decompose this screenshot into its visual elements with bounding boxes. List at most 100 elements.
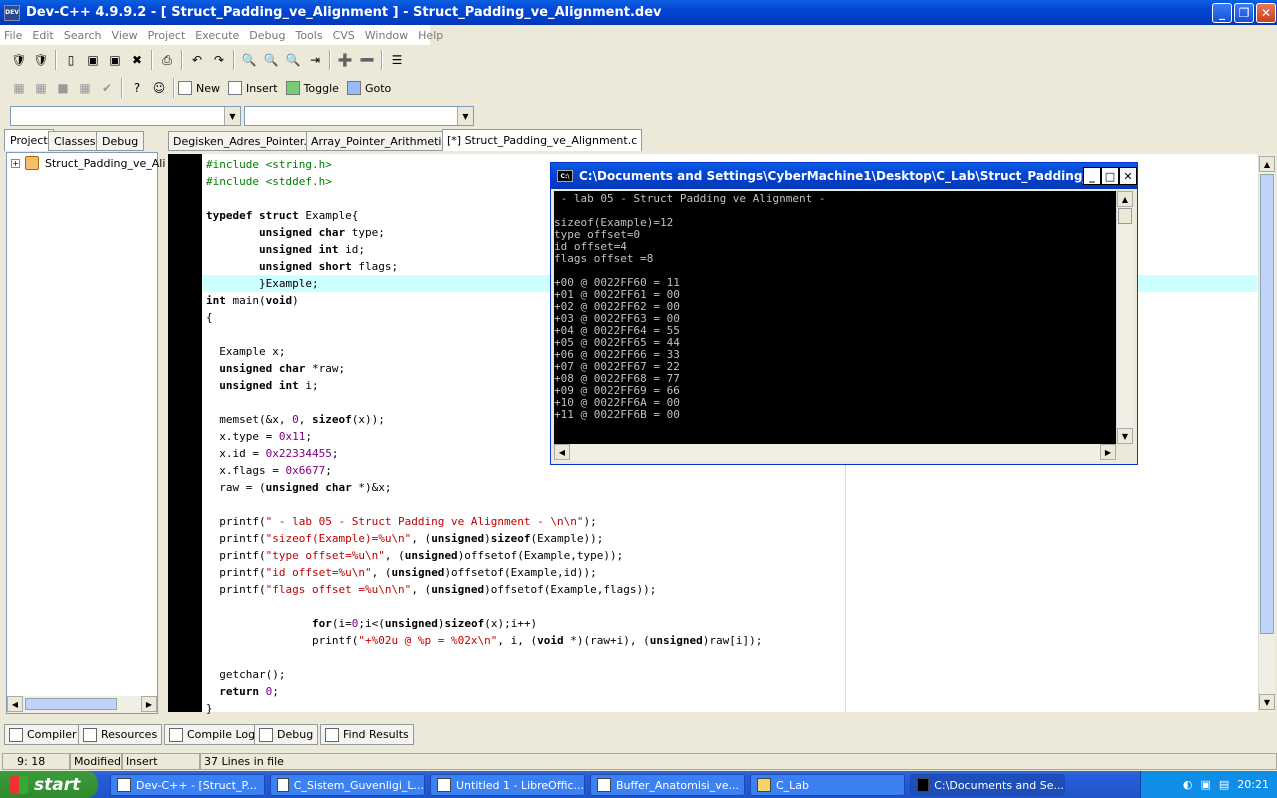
tab-compiler[interactable]: Compiler bbox=[4, 724, 82, 745]
scroll-left-icon[interactable]: ◀ bbox=[7, 696, 23, 712]
code-line[interactable]: printf("flags offset =%u\n\n", (unsigned… bbox=[206, 581, 762, 598]
expand-icon[interactable]: + bbox=[11, 159, 20, 168]
tab-resources[interactable]: Resources bbox=[78, 724, 163, 745]
menu-cvs[interactable]: CVS bbox=[333, 29, 355, 42]
start-button[interactable]: start bbox=[0, 771, 98, 798]
scroll-thumb[interactable] bbox=[1118, 208, 1132, 224]
minimize-button[interactable]: _ bbox=[1212, 3, 1232, 23]
tab-debug[interactable]: Debug bbox=[96, 131, 145, 151]
tab-degisken[interactable]: Degisken_Adres_Pointer.c bbox=[168, 131, 318, 151]
task-c-lab[interactable]: C_Lab bbox=[750, 774, 905, 796]
check-icon[interactable]: ✔ bbox=[97, 78, 117, 98]
code-line[interactable]: for(i=0;i<(unsigned)sizeof(x);i++) bbox=[206, 615, 762, 632]
code-line[interactable]: return 0; bbox=[206, 683, 762, 700]
menu-tools[interactable]: Tools bbox=[295, 29, 322, 42]
task-c-sistem[interactable]: C_Sistem_Guvenligi_L... bbox=[270, 774, 425, 796]
project-options-icon[interactable]: ☰ bbox=[387, 50, 407, 70]
chevron-down-icon[interactable]: ▼ bbox=[224, 107, 240, 125]
code-line[interactable]: printf("id offset=%u\n", (unsigned)offse… bbox=[206, 564, 762, 581]
code-line[interactable]: getchar(); bbox=[206, 666, 762, 683]
menu-view[interactable]: View bbox=[112, 29, 138, 42]
code-line[interactable] bbox=[206, 649, 762, 666]
tab-array-pointer[interactable]: Array_Pointer_Arithmetic.c bbox=[306, 131, 463, 151]
menu-project[interactable]: Project bbox=[148, 29, 186, 42]
console-close-button[interactable]: ✕ bbox=[1119, 167, 1137, 185]
compile-run-icon[interactable]: ■ bbox=[53, 78, 73, 98]
insert-button[interactable]: Insert bbox=[228, 81, 278, 95]
menu-search[interactable]: Search bbox=[64, 29, 102, 42]
tab-struct-padding[interactable]: [*] Struct_Padding_ve_Alignment.c bbox=[442, 129, 643, 151]
toggle-button[interactable]: Toggle bbox=[285, 81, 339, 95]
scroll-right-icon[interactable]: ▶ bbox=[141, 696, 157, 712]
code-line[interactable] bbox=[206, 496, 762, 513]
goto-line-icon[interactable]: ⇥ bbox=[305, 50, 325, 70]
compile-icon[interactable]: ▦ bbox=[9, 78, 29, 98]
task-buffer-anatomisi[interactable]: Buffer_Anatomisi_ve... bbox=[590, 774, 745, 796]
tree-hscrollbar[interactable]: ◀ ▶ bbox=[7, 696, 157, 713]
tab-find-results[interactable]: Find Results bbox=[320, 724, 414, 745]
replace-icon[interactable]: 🔍 bbox=[261, 50, 281, 70]
editor-vscrollbar[interactable]: ▲ ▼ bbox=[1258, 154, 1275, 712]
menu-edit[interactable]: Edit bbox=[32, 29, 53, 42]
scroll-thumb[interactable] bbox=[1260, 174, 1274, 634]
menu-help[interactable]: Help bbox=[418, 29, 443, 42]
code-line[interactable]: printf(" - lab 05 - Struct Padding ve Al… bbox=[206, 513, 762, 530]
scroll-down-icon[interactable]: ▼ bbox=[1259, 694, 1275, 710]
add-to-project-icon[interactable]: ➕ bbox=[335, 50, 355, 70]
scroll-thumb[interactable] bbox=[25, 698, 117, 710]
code-line[interactable]: printf("sizeof(Example)=%u\n", (unsigned… bbox=[206, 530, 762, 547]
member-combo[interactable]: ▼ bbox=[244, 106, 474, 126]
keyboard-icon[interactable]: ▤ bbox=[1219, 778, 1229, 791]
help-icon[interactable]: ? bbox=[127, 78, 147, 98]
rebuild-icon[interactable]: ▦ bbox=[75, 78, 95, 98]
remove-from-project-icon[interactable]: ➖ bbox=[357, 50, 377, 70]
code-line[interactable]: printf("type offset=%u\n", (unsigned)off… bbox=[206, 547, 762, 564]
find-next-icon[interactable]: 🔍 bbox=[283, 50, 303, 70]
network-icon[interactable]: ▣ bbox=[1200, 778, 1210, 791]
class-combo[interactable]: ▼ bbox=[10, 106, 241, 126]
about-icon[interactable]: ☺ bbox=[149, 78, 169, 98]
save-all-icon[interactable]: ▣ bbox=[105, 50, 125, 70]
goto-button[interactable]: Goto bbox=[346, 81, 391, 95]
console-hscrollbar[interactable]: ◀ ▶ bbox=[554, 444, 1116, 461]
scroll-up-icon[interactable]: ▲ bbox=[1259, 156, 1275, 172]
menu-window[interactable]: Window bbox=[365, 29, 408, 42]
maximize-button[interactable]: ❐ bbox=[1234, 3, 1254, 23]
code-line[interactable] bbox=[206, 598, 762, 615]
open-project-icon[interactable]: 🛡 bbox=[9, 50, 29, 70]
tab-classes[interactable]: Classes bbox=[48, 131, 102, 151]
close-button[interactable]: ✕ bbox=[1256, 3, 1276, 23]
code-line[interactable]: raw = (unsigned char *)&x; bbox=[206, 479, 762, 496]
tab-project[interactable]: Project bbox=[4, 129, 54, 151]
undo-icon[interactable]: ↶ bbox=[187, 50, 207, 70]
console-icon[interactable]: C:\ bbox=[557, 170, 573, 182]
menu-debug[interactable]: Debug bbox=[249, 29, 285, 42]
print-icon[interactable]: ⎙ bbox=[157, 50, 177, 70]
console-minimize-button[interactable]: _ bbox=[1083, 167, 1101, 185]
scroll-right-icon[interactable]: ▶ bbox=[1100, 444, 1116, 460]
console-maximize-button[interactable]: □ bbox=[1101, 167, 1119, 185]
console-vscrollbar[interactable]: ▲ ▼ bbox=[1116, 191, 1133, 444]
task-libreoffice[interactable]: Untitled 1 - LibreOffic... bbox=[430, 774, 585, 796]
speaker-icon[interactable]: ◐ bbox=[1183, 778, 1193, 791]
redo-icon[interactable]: ↷ bbox=[209, 50, 229, 70]
task-devcpp[interactable]: Dev-C++ - [Struct_P... bbox=[110, 774, 265, 796]
code-line[interactable]: } bbox=[206, 700, 762, 717]
close-project-icon[interactable]: 🛡 bbox=[31, 50, 51, 70]
tab-debug-output[interactable]: Debug bbox=[254, 724, 319, 745]
menu-execute[interactable]: Execute bbox=[195, 29, 239, 42]
run-icon[interactable]: ▦ bbox=[31, 78, 51, 98]
close-file-icon[interactable]: ✖ bbox=[127, 50, 147, 70]
tab-compile-log[interactable]: Compile Log bbox=[164, 724, 261, 745]
code-line[interactable]: printf("+%02u @ %p = %02x\n", i, (void *… bbox=[206, 632, 762, 649]
tree-item-project[interactable]: Struct_Padding_ve_Ali bbox=[45, 157, 165, 170]
save-icon[interactable]: ▣ bbox=[83, 50, 103, 70]
console-window[interactable]: C:\ C:\Documents and Settings\CyberMachi… bbox=[550, 162, 1138, 465]
task-console[interactable]: C:\Documents and Se... bbox=[910, 774, 1065, 796]
new-button[interactable]: New bbox=[178, 81, 220, 95]
find-icon[interactable]: 🔍 bbox=[239, 50, 259, 70]
new-file-icon[interactable]: ▯ bbox=[61, 50, 81, 70]
scroll-left-icon[interactable]: ◀ bbox=[554, 444, 570, 460]
scroll-up-icon[interactable]: ▲ bbox=[1117, 191, 1133, 207]
scroll-down-icon[interactable]: ▼ bbox=[1117, 428, 1133, 444]
